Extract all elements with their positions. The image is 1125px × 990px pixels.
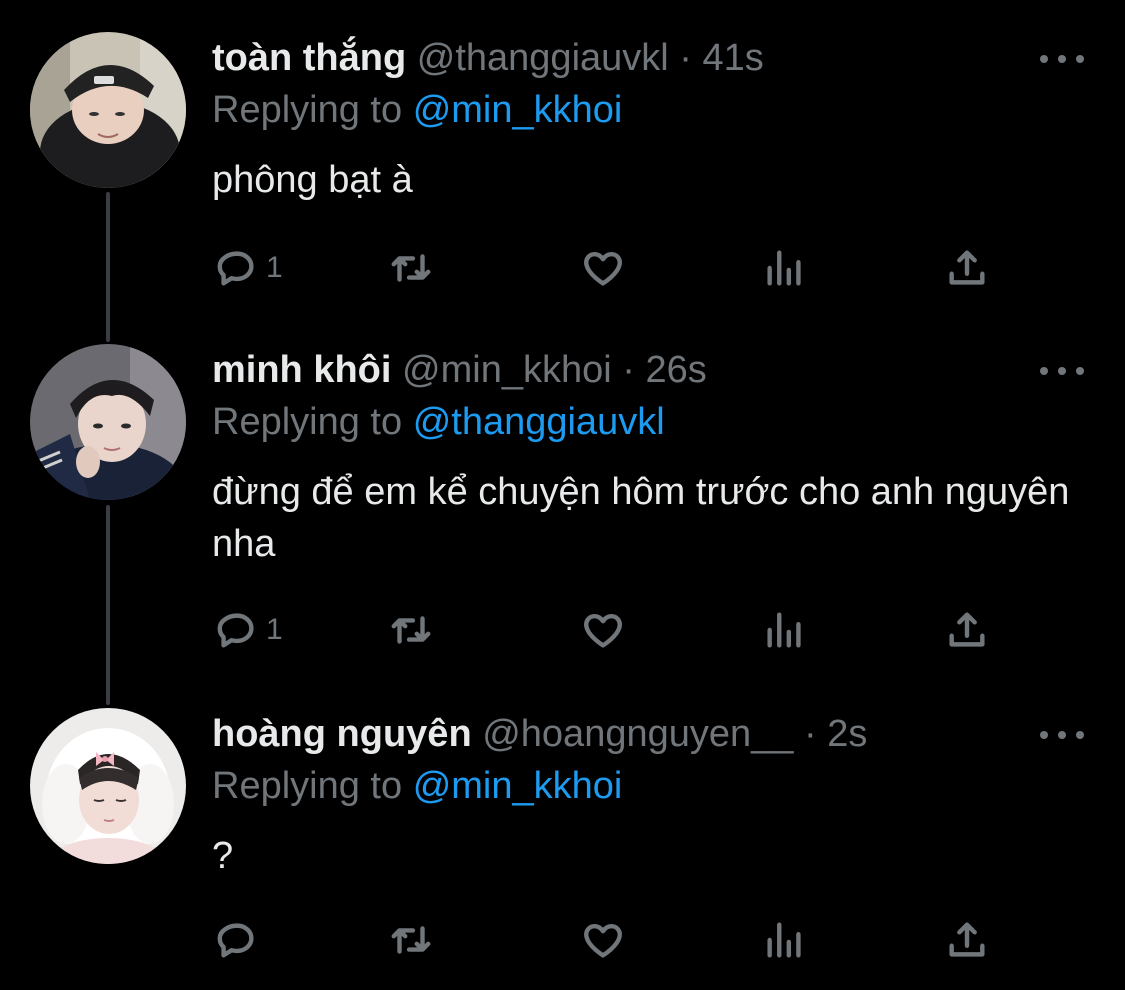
reply-icon [217, 613, 254, 648]
thread-connector [106, 192, 110, 342]
timestamp[interactable]: 2s [827, 713, 867, 755]
share-icon [949, 250, 985, 285]
reply-button[interactable]: 1 [214, 606, 283, 654]
tweet-header: minh khôi @min_kkhoi · 26s [212, 348, 707, 392]
views-button[interactable] [762, 916, 808, 964]
reply-icon [217, 923, 254, 958]
thread-connector [106, 505, 110, 705]
more-icon[interactable] [1040, 356, 1084, 386]
separator-dot: · [803, 713, 817, 755]
display-name[interactable]: toàn thắng [212, 37, 406, 79]
user-handle[interactable]: @hoangnguyen__ [482, 713, 793, 755]
like-icon [584, 613, 622, 648]
like-button[interactable] [580, 244, 626, 292]
separator-dot: · [622, 349, 635, 391]
tweet-text: ? [212, 835, 234, 877]
avatar[interactable] [30, 708, 186, 864]
reply-icon [217, 251, 254, 286]
tweet-header: toàn thắng @thanggiauvkl · 41s [212, 36, 764, 80]
replying-to: Replying to @min_kkhoi [212, 764, 622, 808]
views-button[interactable] [762, 606, 808, 654]
like-icon [584, 923, 622, 958]
replying-to-label: Replying to [212, 765, 403, 807]
tweet-header: hoàng nguyên @hoangnguyen__ · 2s [212, 712, 867, 756]
views-icon [767, 612, 801, 648]
display-name[interactable]: minh khôi [212, 349, 391, 391]
user-handle[interactable]: @thanggiauvkl [417, 37, 669, 79]
like-button[interactable] [580, 606, 626, 654]
avatar[interactable] [30, 344, 186, 500]
views-icon [767, 922, 801, 958]
retweet-button[interactable] [388, 244, 434, 292]
replying-to-label: Replying to [212, 401, 403, 443]
reply-button[interactable] [214, 916, 266, 964]
tweet-text: phông bạt à [212, 159, 413, 201]
display-name[interactable]: hoàng nguyên [212, 713, 472, 755]
retweet-button[interactable] [388, 916, 434, 964]
replying-to-mention[interactable]: @thanggiauvkl [413, 401, 665, 443]
like-button[interactable] [580, 916, 626, 964]
retweet-icon [391, 254, 431, 282]
more-icon[interactable] [1040, 44, 1084, 74]
separator-dot: · [679, 37, 692, 79]
share-icon [949, 922, 985, 957]
retweet-icon [391, 616, 431, 644]
retweet-icon [391, 926, 431, 954]
views-icon [767, 250, 801, 286]
replying-to: Replying to @min_kkhoi [212, 88, 622, 132]
replying-to-mention[interactable]: @min_kkhoi [413, 765, 623, 807]
avatar[interactable] [30, 32, 186, 188]
share-button[interactable] [944, 606, 990, 654]
tweet-text: đừng để em kể chuyện hôm trước cho anh n… [212, 471, 1070, 565]
reply-count: 1 [266, 251, 283, 284]
user-handle[interactable]: @min_kkhoi [402, 349, 612, 391]
replying-to: Replying to @thanggiauvkl [212, 400, 665, 444]
reply-button[interactable]: 1 [214, 244, 283, 292]
replying-to-label: Replying to [212, 89, 403, 131]
more-icon[interactable] [1040, 720, 1084, 750]
views-button[interactable] [762, 244, 808, 292]
share-button[interactable] [944, 916, 990, 964]
reply-count: 1 [266, 613, 283, 646]
retweet-button[interactable] [388, 606, 434, 654]
timestamp[interactable]: 26s [645, 349, 706, 391]
like-icon [584, 251, 622, 286]
share-button[interactable] [944, 244, 990, 292]
timestamp[interactable]: 41s [703, 37, 764, 79]
replying-to-mention[interactable]: @min_kkhoi [413, 89, 623, 131]
share-icon [949, 612, 985, 647]
